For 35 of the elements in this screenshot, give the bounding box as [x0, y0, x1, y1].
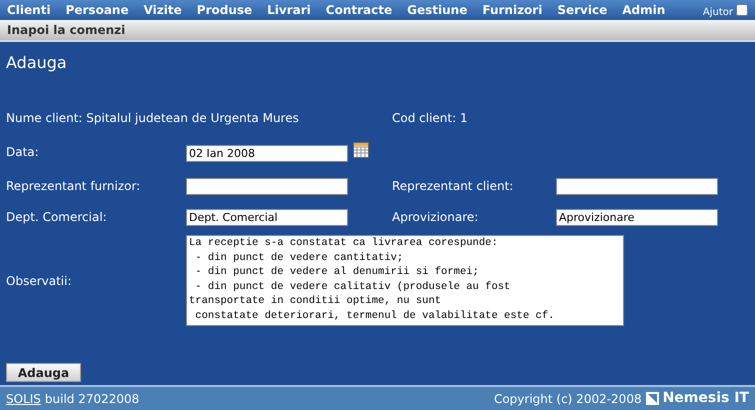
notes-label: Observatii:: [6, 272, 73, 290]
copyright-text: Copyright (c) 2002-2008: [494, 390, 642, 408]
field-label: Reprezentant client:: [392, 178, 514, 195]
text-field[interactable]: Aprovizionare: [556, 208, 718, 226]
text-field[interactable]: [186, 178, 348, 194]
date-field[interactable]: 02 Ian 2008: [186, 144, 348, 162]
menu-item[interactable]: Contracte: [326, 1, 392, 19]
text-field[interactable]: [556, 178, 718, 194]
menu-item[interactable]: Livrari: [267, 1, 311, 19]
field-label: Reprezentant furnizor:: [6, 178, 142, 195]
client-code: Cod client: 1: [392, 110, 469, 127]
text-field[interactable]: Dept. Comercial: [186, 208, 348, 226]
menu-item[interactable]: Produse: [196, 1, 252, 19]
field-label: Dept. Comercial:: [6, 209, 108, 226]
field-label: Aprovizionare:: [392, 209, 480, 226]
menu-item[interactable]: Persoane: [66, 1, 129, 19]
menu-item[interactable]: Admin: [622, 1, 666, 19]
help-checkbox[interactable]: [736, 4, 748, 16]
menu-item[interactable]: Gestiune: [407, 1, 468, 19]
menu-item[interactable]: Vizite: [144, 1, 182, 19]
add-button[interactable]: Adauga: [6, 363, 81, 382]
menu-item[interactable]: Service: [557, 1, 608, 19]
notes-field[interactable]: La receptie s-a constatat ca livrarea corespunde: - din punct de vedere cantitativ; - din punct de vedere al denumirii si formei; - din punct de vedere calitativ (produsele au fost transportate in conditii optime, nu sunt constatate deteriorari, termenul de valabilitate este cf.: [186, 235, 624, 326]
page-title: Adauga: [6, 52, 68, 74]
menu-item[interactable]: Furnizori: [482, 1, 542, 19]
client-name: Nume client: Spitalul judetean de Urgenta Mures: [6, 110, 300, 127]
logo-icon: [646, 392, 659, 405]
calendar-icon[interactable]: [353, 142, 369, 158]
back-link[interactable]: Inapoi la comenzi: [7, 21, 126, 39]
product-link[interactable]: SOLIS: [6, 390, 41, 408]
build-text: build 27022008: [44, 390, 140, 408]
help-label: Ajutor: [702, 6, 733, 20]
menu-item[interactable]: Clienti: [7, 1, 51, 19]
date-label: Data:: [6, 144, 40, 161]
brand-text: Nemesis IT: [662, 389, 749, 408]
